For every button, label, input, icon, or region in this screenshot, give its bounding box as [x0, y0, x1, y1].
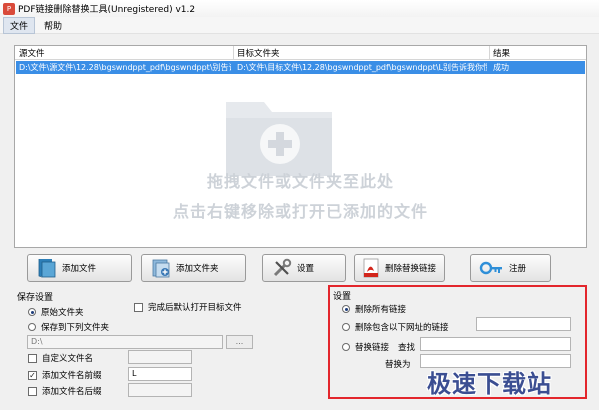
find-label: 查找: [398, 343, 416, 353]
add-prefix-checkbox[interactable]: ✓ 添加文件名前缀: [28, 369, 102, 381]
open-after-label: 完成后默认打开目标文件: [148, 303, 242, 313]
table-row[interactable]: D:\文件\源文件\12.28\bgswndppt_pdf\bgswndppt\…: [16, 61, 585, 74]
settings-label: 设置: [297, 264, 315, 274]
url-filter-input[interactable]: [476, 317, 571, 331]
title-bar: P PDF链接删除替换工具(Unregistered) v1.2: [0, 0, 599, 17]
custom-name-checkbox[interactable]: 自定义文件名: [28, 352, 93, 364]
output-path-input[interactable]: D:\: [27, 335, 223, 349]
suffix-input[interactable]: [128, 383, 192, 397]
checkbox-box[interactable]: ✓: [28, 370, 37, 380]
delete-all-links-label: 删除所有链接: [355, 305, 407, 315]
prefix-input[interactable]: L: [128, 367, 192, 381]
add-prefix-label: 添加文件名前缀: [42, 371, 102, 381]
cell-target: D:\文件\目标文件\12.28\bgswndppt_pdf\bgswndppt…: [237, 63, 487, 72]
checkbox-box[interactable]: [28, 353, 37, 363]
browse-button[interactable]: ...: [226, 335, 253, 349]
radio-indicator[interactable]: [342, 343, 350, 351]
delete-all-links-radio[interactable]: 删除所有链接: [342, 303, 406, 315]
replace-with-label: 替换为: [385, 360, 411, 370]
site-watermark: 极速下载站: [427, 370, 552, 398]
open-after-checkbox[interactable]: 完成后默认打开目标文件: [134, 301, 242, 313]
save-to-folder-radio[interactable]: 保存到下列文件夹: [28, 321, 109, 333]
add-suffix-label: 添加文件名后缀: [42, 387, 102, 397]
replace-link-label: 替换链接: [355, 343, 390, 353]
add-file-label: 添加文件: [62, 264, 97, 274]
key-icon: [479, 257, 505, 279]
delete-contains-radio[interactable]: 删除包含以下网址的链接: [342, 321, 449, 333]
add-suffix-checkbox[interactable]: 添加文件名后缀: [28, 385, 102, 397]
custom-name-input[interactable]: [128, 350, 192, 364]
list-header: 源文件 目标文件夹 结果: [15, 46, 586, 60]
tools-icon: [271, 257, 293, 279]
add-folder-icon: [150, 257, 172, 279]
original-folder-label: 原始文件夹: [41, 308, 84, 318]
window-title: PDF链接删除替换工具(Unregistered) v1.2: [18, 5, 196, 15]
col-separator[interactable]: [489, 46, 490, 59]
find-input[interactable]: [420, 337, 571, 351]
delete-replace-links-label: 删除替换链接: [385, 264, 437, 274]
drop-hint-line2: 点击右键移除或打开已添加的文件: [172, 202, 428, 221]
pdf-document-icon: [360, 257, 382, 279]
save-settings-title: 保存设置: [17, 293, 54, 303]
col-source[interactable]: 源文件: [19, 47, 45, 59]
add-folder-label: 添加文件夹: [176, 264, 219, 274]
app-pdf-icon: P: [3, 2, 15, 15]
settings-button[interactable]: 设置: [262, 254, 346, 282]
col-target[interactable]: 目标文件夹: [237, 47, 280, 59]
menu-help[interactable]: 帮助: [38, 18, 68, 33]
save-to-folder-label: 保存到下列文件夹: [41, 323, 110, 333]
cell-source: D:\文件\源文件\12.28\bgswndppt_pdf\bgswndppt\…: [19, 63, 231, 72]
register-label: 注册: [509, 264, 527, 274]
checkbox-box[interactable]: [134, 302, 143, 312]
link-settings-title: 设置: [333, 292, 352, 302]
radio-indicator[interactable]: [342, 323, 350, 331]
add-file-button[interactable]: 添加文件: [27, 254, 132, 282]
custom-name-label: 自定义文件名: [42, 354, 94, 364]
delete-contains-label: 删除包含以下网址的链接: [355, 323, 449, 333]
checkbox-box[interactable]: [28, 386, 37, 396]
add-file-icon: [36, 257, 58, 279]
original-folder-radio[interactable]: 原始文件夹: [28, 306, 84, 318]
col-separator[interactable]: [233, 46, 234, 59]
drop-hint-line1: 拖拽文件或文件夹至此处: [206, 172, 394, 191]
file-list[interactable]: 源文件 目标文件夹 结果 D:\文件\源文件\12.28\bgswndppt_p…: [14, 45, 587, 248]
menu-file[interactable]: 文件: [3, 16, 36, 34]
add-folder-button[interactable]: 添加文件夹: [141, 254, 246, 282]
cell-result: 成功: [493, 63, 509, 72]
register-button[interactable]: 注册: [470, 254, 551, 282]
radio-indicator[interactable]: [342, 305, 350, 313]
radio-indicator[interactable]: [28, 308, 36, 316]
replace-link-radio[interactable]: 替换链接: [342, 341, 389, 353]
radio-indicator[interactable]: [28, 323, 36, 331]
col-result[interactable]: 结果: [493, 47, 510, 59]
menu-bar: 文件 帮助: [0, 16, 599, 34]
delete-replace-links-button[interactable]: 删除替换链接: [354, 254, 445, 282]
